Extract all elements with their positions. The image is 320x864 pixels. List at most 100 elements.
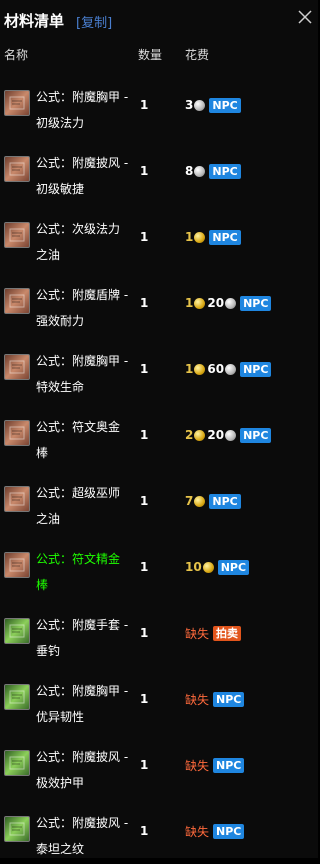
column-header-qty: 数量 bbox=[138, 48, 163, 62]
brown-recipe-icon[interactable] bbox=[4, 420, 30, 446]
material-row: 公式：符文精金棒 1 10 NPC bbox=[0, 534, 318, 600]
green-recipe-icon[interactable] bbox=[4, 618, 30, 644]
column-header-cost: 花费 bbox=[185, 48, 210, 62]
gold-amount: 1 bbox=[185, 296, 194, 310]
npc-badge: NPC bbox=[209, 493, 241, 509]
material-row: 公式：附魔盾牌 - 强效耐力 1 1 20 NPC bbox=[0, 270, 318, 336]
material-cost: 缺失 NPC bbox=[185, 823, 245, 839]
materials-panel: 材料清单 [复制] 名称 数量 花费 公式：附魔胸甲 - 初级法力 1 3 NPC 公式：… bbox=[0, 0, 318, 858]
material-name-line2: 棒 bbox=[36, 446, 49, 460]
silver-coin-icon bbox=[194, 165, 206, 177]
npc-badge: NPC bbox=[213, 757, 245, 773]
gold-coin-icon bbox=[194, 429, 206, 441]
panel-title: 材料清单 bbox=[4, 12, 65, 30]
material-name[interactable]: 公式：附魔披风 - 泰坦之纹 bbox=[36, 810, 136, 862]
material-row: 公式：附魔手套 - 垂钓 1 缺失 拍卖 bbox=[0, 600, 318, 666]
copy-button[interactable]: [复制] bbox=[76, 12, 112, 31]
material-row: 公式：次级法力 之油 1 1 NPC bbox=[0, 204, 318, 270]
material-cost: 7 NPC bbox=[185, 493, 241, 509]
material-name-line2: 之油 bbox=[36, 248, 61, 262]
material-qty: 1 bbox=[140, 296, 149, 310]
material-name-line2: 棒 bbox=[36, 578, 49, 592]
material-cost: 缺失 NPC bbox=[185, 757, 245, 773]
silver-amount: 60 bbox=[207, 362, 225, 376]
material-cost: 2 20 NPC bbox=[185, 427, 272, 443]
silver-coin-icon bbox=[225, 429, 237, 441]
material-name-line1: 公式：符文奥金 bbox=[36, 420, 121, 434]
material-qty: 1 bbox=[140, 362, 149, 376]
silver-coin-icon bbox=[225, 297, 237, 309]
auction-badge: 拍卖 bbox=[213, 625, 242, 641]
brown-recipe-icon[interactable] bbox=[4, 486, 30, 512]
material-name-line2: 初级法力 bbox=[36, 116, 85, 130]
gold-coin-icon bbox=[194, 495, 206, 507]
missing-label: 缺失 bbox=[185, 758, 210, 773]
material-name[interactable]: 公式：附魔手套 - 垂钓 bbox=[36, 612, 136, 664]
silver-amount: 20 bbox=[207, 296, 225, 310]
material-name[interactable]: 公式：附魔盾牌 - 强效耐力 bbox=[36, 282, 136, 334]
material-qty: 1 bbox=[140, 164, 149, 178]
material-name-line1: 公式：附魔披风 - bbox=[36, 156, 129, 170]
missing-label: 缺失 bbox=[185, 692, 210, 707]
material-name[interactable]: 公式：附魔胸甲 - 优异韧性 bbox=[36, 678, 136, 730]
material-name-line2: 强效耐力 bbox=[36, 314, 85, 328]
material-row: 公式：超级巫师 之油 1 7 NPC bbox=[0, 468, 318, 534]
material-name-line1: 公式：附魔手套 - bbox=[36, 618, 129, 632]
gold-amount: 2 bbox=[185, 428, 194, 442]
material-cost: 缺失 拍卖 bbox=[185, 625, 242, 641]
material-qty: 1 bbox=[140, 560, 149, 574]
material-row: 公式：附魔胸甲 - 优异韧性 1 缺失 NPC bbox=[0, 666, 318, 732]
material-row: 公式：附魔披风 - 极效护甲 1 缺失 NPC bbox=[0, 732, 318, 798]
brown-recipe-icon[interactable] bbox=[4, 288, 30, 314]
material-qty: 1 bbox=[140, 824, 149, 838]
npc-badge: NPC bbox=[209, 97, 241, 113]
material-name-line1: 公式：附魔胸甲 - bbox=[36, 684, 129, 698]
material-name[interactable]: 公式：超级巫师 之油 bbox=[36, 480, 136, 532]
npc-badge: NPC bbox=[213, 823, 245, 839]
missing-label: 缺失 bbox=[185, 824, 210, 839]
material-name-line2: 优异韧性 bbox=[36, 710, 85, 724]
material-name-line2: 垂钓 bbox=[36, 644, 61, 658]
material-name-line2: 泰坦之纹 bbox=[36, 842, 85, 856]
gold-amount: 10 bbox=[185, 560, 202, 574]
material-qty: 1 bbox=[140, 758, 149, 772]
green-recipe-icon[interactable] bbox=[4, 750, 30, 776]
material-name[interactable]: 公式：次级法力 之油 bbox=[36, 216, 136, 268]
material-qty: 1 bbox=[140, 230, 149, 244]
close-icon[interactable] bbox=[298, 10, 312, 24]
material-row: 公式：符文奥金棒 1 2 20 NPC bbox=[0, 402, 318, 468]
material-name[interactable]: 公式：附魔胸甲 - 特效生命 bbox=[36, 348, 136, 400]
npc-badge: NPC bbox=[209, 163, 241, 179]
material-name-line1: 公式：附魔披风 - bbox=[36, 750, 129, 764]
material-name[interactable]: 公式：附魔披风 - 极效护甲 bbox=[36, 744, 136, 796]
material-cost: 1 60 NPC bbox=[185, 361, 272, 377]
material-name-line1: 公式：符文精金 bbox=[36, 552, 121, 566]
brown-recipe-icon[interactable] bbox=[4, 552, 30, 578]
silver-amount: 20 bbox=[207, 428, 225, 442]
material-name-line1: 公式：附魔胸甲 - bbox=[36, 354, 129, 368]
materials-list: 公式：附魔胸甲 - 初级法力 1 3 NPC 公式：附魔披风 - 初级敏捷 1 8 NPC 公式：次… bbox=[0, 72, 318, 864]
green-recipe-icon[interactable] bbox=[4, 816, 30, 842]
material-name[interactable]: 公式：附魔胸甲 - 初级法力 bbox=[36, 84, 136, 136]
material-name[interactable]: 公式：符文精金棒 bbox=[36, 546, 136, 598]
material-row: 公式：附魔披风 - 泰坦之纹 1 缺失 NPC bbox=[0, 798, 318, 864]
material-name[interactable]: 公式：符文奥金棒 bbox=[36, 414, 136, 466]
gold-amount: 1 bbox=[185, 362, 194, 376]
material-name-line2: 初级敏捷 bbox=[36, 182, 85, 196]
brown-recipe-icon[interactable] bbox=[4, 156, 30, 182]
material-name-line1: 公式：次级法力 bbox=[36, 222, 121, 236]
gold-coin-icon bbox=[194, 297, 206, 309]
silver-coin-icon bbox=[194, 99, 206, 111]
material-cost: 1 20 NPC bbox=[185, 295, 272, 311]
brown-recipe-icon[interactable] bbox=[4, 222, 30, 248]
green-recipe-icon[interactable] bbox=[4, 684, 30, 710]
material-cost: 8 NPC bbox=[185, 163, 241, 179]
material-cost: 3 NPC bbox=[185, 97, 241, 113]
gold-coin-icon bbox=[194, 231, 206, 243]
npc-badge: NPC bbox=[209, 229, 241, 245]
brown-recipe-icon[interactable] bbox=[4, 90, 30, 116]
material-name[interactable]: 公式：附魔披风 - 初级敏捷 bbox=[36, 150, 136, 202]
brown-recipe-icon[interactable] bbox=[4, 354, 30, 380]
material-qty: 1 bbox=[140, 692, 149, 706]
npc-badge: NPC bbox=[240, 427, 272, 443]
